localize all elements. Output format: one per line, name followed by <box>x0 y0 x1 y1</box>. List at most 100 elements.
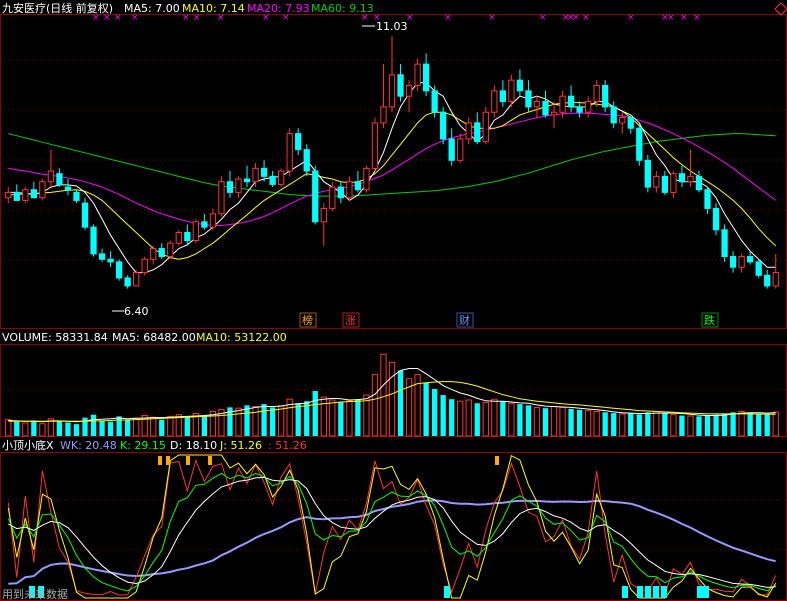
volume-bar <box>107 421 114 436</box>
svg-text:涨: 涨 <box>345 314 356 327</box>
volume-bar <box>14 421 20 436</box>
bottom-signal-marker <box>637 586 643 598</box>
volume-bar <box>90 414 97 436</box>
top-x-marker: × <box>680 13 688 23</box>
volume-bar <box>304 401 310 436</box>
volume-bar <box>457 400 464 437</box>
j-line <box>7 454 777 599</box>
volume-bar <box>576 409 583 436</box>
low-annotation: 6.40 <box>112 305 149 318</box>
candle <box>141 256 148 276</box>
candle <box>269 171 276 188</box>
volume-bar <box>201 415 208 436</box>
indicator-legend: 小顶小底X WK: 20.48 K: 29.15 D: 18.10 J: 51.… <box>2 438 307 452</box>
candle <box>13 184 20 201</box>
volume-bar <box>491 398 498 437</box>
event-markers: 榜 涨 财 跌 <box>299 312 719 328</box>
svg-text:榜: 榜 <box>302 313 313 327</box>
bottom-signal-marker <box>653 586 659 598</box>
top-x-marker: × <box>627 13 635 23</box>
event-marker-bang[interactable]: 榜 <box>299 312 317 328</box>
volume-bar <box>533 406 541 437</box>
candle <box>567 85 575 113</box>
candle <box>636 122 643 166</box>
candle <box>295 128 302 155</box>
volume-bar <box>525 405 532 436</box>
candle <box>704 187 711 214</box>
candle <box>516 69 524 97</box>
volume-bar <box>550 406 558 437</box>
candle <box>687 149 694 188</box>
top-x-marker: × <box>572 13 580 23</box>
candle <box>499 80 507 107</box>
volume-bar <box>329 399 336 437</box>
candle <box>124 275 131 289</box>
candle <box>22 187 29 204</box>
ma10-label: MA10: 7.14 <box>182 2 245 15</box>
candle <box>764 269 771 289</box>
top-x-marker: × <box>182 13 190 23</box>
volume-bar <box>397 370 404 436</box>
volume-bar <box>65 422 71 436</box>
candle <box>448 128 455 166</box>
candle <box>209 208 217 230</box>
volume-bar <box>431 388 438 436</box>
candle <box>39 179 46 201</box>
volume-bar <box>150 416 157 437</box>
ma20-path <box>8 112 777 226</box>
bottom-signal-marker <box>703 586 709 598</box>
volume-bar <box>619 413 626 437</box>
candle <box>235 176 242 198</box>
candle <box>533 96 541 118</box>
volume-bar <box>653 410 660 437</box>
ma20-line <box>8 112 777 226</box>
low-label: 6.40 <box>124 305 149 318</box>
top-x-marker: × <box>582 13 590 23</box>
candle <box>175 229 182 246</box>
volume-bar <box>721 413 728 436</box>
volume-bar <box>508 402 515 437</box>
volume-bar <box>73 424 80 436</box>
corner-diamond-icon[interactable] <box>774 2 787 16</box>
candle <box>363 165 370 193</box>
indicator-lines <box>7 454 777 599</box>
volume-bar <box>559 406 566 437</box>
candle <box>627 114 634 134</box>
volume-bar <box>39 423 46 437</box>
event-marker-zhang[interactable]: 涨 <box>342 312 360 328</box>
k-line <box>7 472 776 592</box>
volume-bar <box>338 402 344 436</box>
top-x-marker: × <box>539 13 547 23</box>
volume-bar <box>31 420 37 436</box>
wk-label: WK: 20.48 <box>60 439 117 452</box>
candle <box>226 171 234 198</box>
j-label: J: 51.26 <box>219 439 262 452</box>
event-marker-cai[interactable]: 财 <box>456 312 474 328</box>
volume-bar <box>500 401 506 436</box>
candle <box>243 165 251 188</box>
volume-bar <box>756 413 762 436</box>
candle <box>712 203 720 236</box>
volume-bar <box>440 395 446 436</box>
candle <box>602 80 609 113</box>
volume-bar <box>99 420 105 436</box>
top-x-marker: × <box>92 13 100 23</box>
candle <box>388 35 396 113</box>
ma60-line <box>8 133 776 197</box>
top-x-marker: × <box>488 13 496 23</box>
volume-bar <box>295 403 301 436</box>
chart-canvas: 九安医疗(日线 前复权) MA5: 7.00 MA10: 7.14 MA20: … <box>0 1 787 601</box>
volume-bar <box>636 414 642 436</box>
top-x-marker: × <box>667 13 675 23</box>
bottom-signal-marker <box>622 586 628 598</box>
candle <box>738 253 745 273</box>
event-marker-die[interactable]: 跌 <box>701 312 719 328</box>
volume-bar <box>764 413 770 436</box>
candle <box>405 80 413 113</box>
volume-bar <box>184 415 190 436</box>
volume-bar <box>5 419 12 437</box>
top-x-marker: × <box>262 13 270 23</box>
ma60-path <box>8 133 776 197</box>
candle <box>525 80 532 113</box>
d-line <box>8 476 776 588</box>
